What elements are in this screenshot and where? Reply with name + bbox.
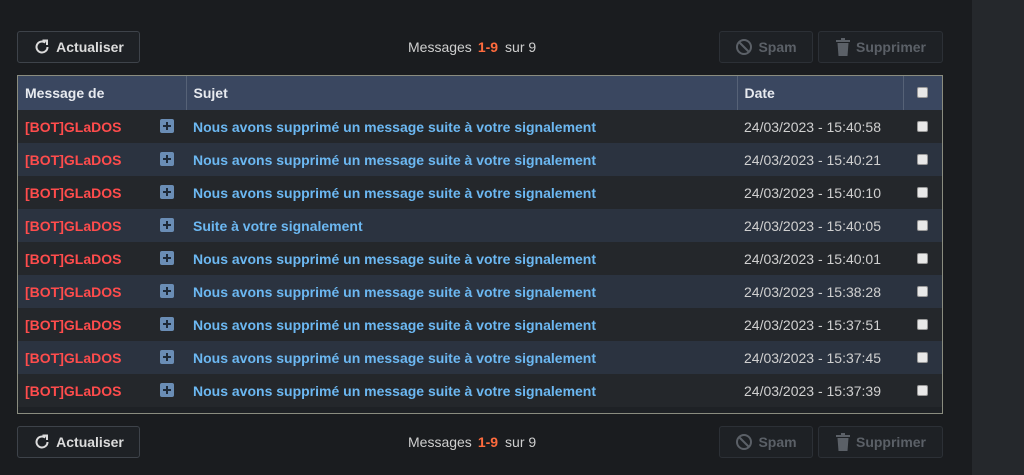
spam-label: Spam bbox=[758, 39, 797, 55]
subject-link[interactable]: Nous avons supprimé un message suite à v… bbox=[193, 185, 596, 201]
message-date: 24/03/2023 - 15:37:39 bbox=[737, 374, 903, 407]
table-row[interactable]: [BOT]GLaDOS Nous avons supprimé un messa… bbox=[18, 242, 942, 275]
delete-label: Supprimer bbox=[855, 39, 926, 55]
refresh-label: Actualiser bbox=[56, 39, 124, 55]
sender-link[interactable]: [BOT]GLaDOS bbox=[25, 218, 121, 234]
side-panel bbox=[972, 0, 1024, 475]
plus-square-icon[interactable] bbox=[160, 317, 174, 331]
sender-link[interactable]: [BOT]GLaDOS bbox=[25, 185, 121, 201]
plus-square-icon[interactable] bbox=[160, 218, 174, 232]
message-counter: Messages 1-9 sur 9 bbox=[408, 39, 536, 55]
sender-link[interactable]: [BOT]GLaDOS bbox=[25, 152, 121, 168]
refresh-button[interactable]: Actualiser bbox=[17, 426, 140, 458]
message-date: 24/03/2023 - 15:40:58 bbox=[737, 110, 903, 143]
plus-square-icon[interactable] bbox=[160, 284, 174, 298]
delete-label: Supprimer bbox=[855, 434, 926, 450]
message-counter: Messages 1-9 sur 9 bbox=[408, 434, 536, 450]
ban-icon bbox=[735, 38, 753, 56]
message-range: 1-9 bbox=[477, 39, 499, 55]
trash-icon bbox=[835, 38, 851, 56]
plus-square-icon[interactable] bbox=[160, 185, 174, 199]
sender-link[interactable]: [BOT]GLaDOS bbox=[25, 119, 121, 135]
table-header-row: Message de Sujet Date bbox=[18, 76, 942, 110]
table-row[interactable]: [BOT]GLaDOS Nous avons supprimé un messa… bbox=[18, 275, 942, 308]
spam-label: Spam bbox=[758, 434, 797, 450]
row-checkbox[interactable] bbox=[917, 318, 928, 330]
column-header-from[interactable]: Message de bbox=[18, 76, 187, 110]
plus-square-icon[interactable] bbox=[160, 119, 174, 133]
plus-square-icon[interactable] bbox=[160, 350, 174, 364]
sender-link[interactable]: [BOT]GLaDOS bbox=[25, 383, 121, 399]
plus-square-icon[interactable] bbox=[160, 251, 174, 265]
subject-link[interactable]: Nous avons supprimé un message suite à v… bbox=[193, 119, 596, 135]
refresh-icon bbox=[33, 38, 51, 56]
table-row[interactable]: [BOT]GLaDOS Nous avons supprimé un messa… bbox=[18, 341, 942, 374]
refresh-icon bbox=[33, 433, 51, 451]
delete-button[interactable]: Supprimer bbox=[818, 31, 943, 63]
subject-link[interactable]: Nous avons supprimé un message suite à v… bbox=[193, 152, 596, 168]
message-date: 24/03/2023 - 15:40:01 bbox=[737, 242, 903, 275]
sender-link[interactable]: [BOT]GLaDOS bbox=[25, 350, 121, 366]
refresh-button[interactable]: Actualiser bbox=[17, 31, 140, 63]
row-checkbox[interactable] bbox=[917, 186, 928, 198]
subject-link[interactable]: Nous avons supprimé un message suite à v… bbox=[193, 251, 596, 267]
message-date: 24/03/2023 - 15:38:28 bbox=[737, 275, 903, 308]
sender-link[interactable]: [BOT]GLaDOS bbox=[25, 251, 121, 267]
row-checkbox[interactable] bbox=[917, 285, 928, 297]
table-row[interactable]: [BOT]GLaDOS Nous avons supprimé un messa… bbox=[18, 308, 942, 341]
row-checkbox[interactable] bbox=[917, 252, 928, 264]
subject-link[interactable]: Nous avons supprimé un message suite à v… bbox=[193, 284, 596, 300]
messages-label: Messages bbox=[408, 434, 472, 450]
message-total: sur 9 bbox=[505, 434, 537, 450]
table-row[interactable]: [BOT]GLaDOS Nous avons supprimé un messa… bbox=[18, 110, 942, 143]
plus-square-icon[interactable] bbox=[160, 383, 174, 397]
select-all-checkbox[interactable] bbox=[917, 87, 929, 98]
subject-link[interactable]: Nous avons supprimé un message suite à v… bbox=[193, 317, 596, 333]
top-toolbar: Actualiser Messages 1-9 sur 9 Spam Supprim… bbox=[17, 31, 943, 65]
message-date: 24/03/2023 - 15:40:10 bbox=[737, 176, 903, 209]
table-row[interactable]: [BOT]GLaDOS Suite à votre signalement 24… bbox=[18, 209, 942, 242]
delete-button[interactable]: Supprimer bbox=[818, 426, 943, 458]
bottom-toolbar: Actualiser Messages 1-9 sur 9 Spam Supprim… bbox=[17, 426, 943, 460]
row-checkbox[interactable] bbox=[917, 153, 928, 165]
spam-button[interactable]: Spam bbox=[719, 31, 813, 63]
spam-button[interactable]: Spam bbox=[719, 426, 813, 458]
message-total: sur 9 bbox=[505, 39, 537, 55]
row-checkbox[interactable] bbox=[917, 351, 928, 363]
sender-link[interactable]: [BOT]GLaDOS bbox=[25, 284, 121, 300]
table-row[interactable]: [BOT]GLaDOS Nous avons supprimé un messa… bbox=[18, 374, 942, 407]
table-row[interactable]: [BOT]GLaDOS Nous avons supprimé un messa… bbox=[18, 176, 942, 209]
ban-icon bbox=[735, 433, 753, 451]
message-range: 1-9 bbox=[477, 434, 499, 450]
messages-label: Messages bbox=[408, 39, 472, 55]
row-checkbox[interactable] bbox=[917, 384, 928, 396]
message-date: 24/03/2023 - 15:40:21 bbox=[737, 143, 903, 176]
row-checkbox[interactable] bbox=[917, 219, 928, 231]
trash-icon bbox=[835, 433, 851, 451]
subject-link[interactable]: Suite à votre signalement bbox=[193, 218, 363, 234]
message-date: 24/03/2023 - 15:37:51 bbox=[737, 308, 903, 341]
private-messages-panel: Actualiser Messages 1-9 sur 9 Spam Supprim… bbox=[0, 0, 972, 475]
sender-link[interactable]: [BOT]GLaDOS bbox=[25, 317, 121, 333]
plus-square-icon[interactable] bbox=[160, 152, 174, 166]
messages-table: Message de Sujet Date [BOT]GLaDOS Nous a… bbox=[17, 75, 943, 414]
column-header-date[interactable]: Date bbox=[737, 76, 904, 110]
column-header-select bbox=[903, 76, 942, 110]
refresh-label: Actualiser bbox=[56, 434, 124, 450]
message-date: 24/03/2023 - 15:37:45 bbox=[737, 341, 903, 374]
subject-link[interactable]: Nous avons supprimé un message suite à v… bbox=[193, 350, 596, 366]
column-header-subject[interactable]: Sujet bbox=[186, 76, 738, 110]
message-date: 24/03/2023 - 15:40:05 bbox=[737, 209, 903, 242]
subject-link[interactable]: Nous avons supprimé un message suite à v… bbox=[193, 383, 596, 399]
table-row[interactable]: [BOT]GLaDOS Nous avons supprimé un messa… bbox=[18, 143, 942, 176]
row-checkbox[interactable] bbox=[917, 120, 928, 132]
